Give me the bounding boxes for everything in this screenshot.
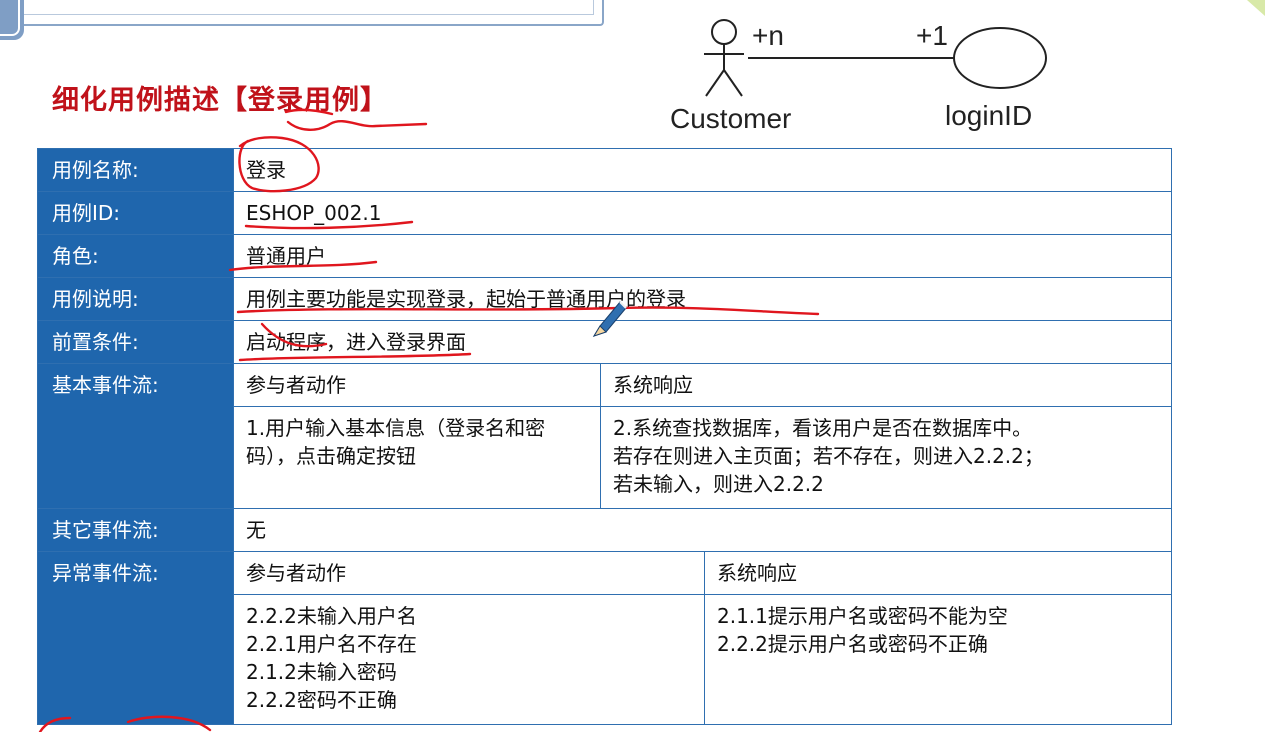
actor-multiplicity: +n — [752, 20, 784, 51]
basic-flow-actor-text: 1.用户输入基本信息（登录名和密码），点击确定按钮 — [233, 406, 601, 509]
row-label-description: 用例说明: — [37, 277, 234, 321]
exception-flow-system-text: 2.1.1提示用户名或密码不能为空 2.2.2提示用户名或密码不正确 — [704, 594, 1172, 725]
row-value-name: 登录 — [233, 148, 1172, 192]
exception-flow-actor-text: 2.2.2未输入用户名 2.2.1用户名不存在 2.1.2未输入密码 2.2.2… — [233, 594, 705, 725]
exception-flow-actor-header: 参与者动作 — [233, 551, 705, 595]
row-value-id: ESHOP_002.1 — [233, 191, 1172, 235]
row-value-description: 用例主要功能是实现登录，起始于普通用户的登录 — [233, 277, 1172, 321]
row-label-precondition: 前置条件: — [37, 320, 234, 364]
actor-leg-right — [723, 69, 743, 97]
row-label-role: 角色: — [37, 234, 234, 278]
row-label-name: 用例名称: — [37, 148, 234, 192]
usecase-label: loginID — [945, 100, 1033, 131]
basic-flow-system-header: 系统响应 — [600, 363, 1172, 407]
actor-label: Customer — [670, 103, 792, 134]
pen-cursor-icon — [592, 301, 627, 337]
exception-flow-system-header: 系统响应 — [704, 551, 1172, 595]
title-underline — [286, 120, 428, 131]
page-title: 细化用例描述【登录用例】 — [52, 85, 388, 116]
corner-tab-decoration — [0, 0, 24, 40]
row-label-basic-flow: 基本事件流: — [37, 363, 234, 509]
row-label-id: 用例ID: — [37, 191, 234, 235]
row-label-exception-flow: 异常事件流: — [37, 551, 234, 725]
basic-flow-system-text: 2.系统查找数据库，看该用户是否在数据库中。 若存在则进入主页面；若不存在，则进… — [600, 406, 1172, 509]
usecase-table: 用例名称: 登录 用例ID: ESHOP_002.1 角色: 普通用户 用例说明… — [37, 148, 1172, 725]
usecase-multiplicity: +1 — [916, 20, 948, 51]
usecase-ellipse — [953, 27, 1047, 89]
basic-flow-actor-header: 参与者动作 — [233, 363, 601, 407]
uml-diagram: +n +1 Customer loginID — [660, 8, 1080, 143]
row-value-other-flow: 无 — [233, 508, 1172, 552]
actor-head — [711, 19, 737, 45]
slide-frame — [0, 0, 604, 26]
row-value-precondition: 启动程序，进入登录界面 — [233, 320, 1172, 364]
row-label-other-flow: 其它事件流: — [37, 508, 234, 552]
edge-decoration — [1247, 0, 1265, 16]
actor-leg-left — [705, 69, 725, 97]
row-value-role: 普通用户 — [233, 234, 1172, 278]
